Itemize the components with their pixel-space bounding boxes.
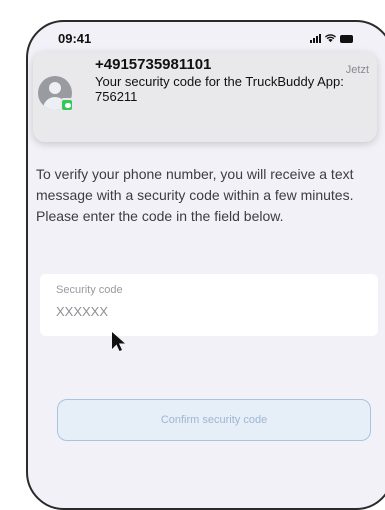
wifi-icon [325,34,336,43]
sms-notification[interactable]: +4915735981101 Jetzt Your security code … [33,52,377,142]
status-time: 09:41 [58,31,92,46]
status-bar: 09:41 [28,22,385,54]
security-code-input[interactable] [56,304,256,319]
mouse-cursor-icon [112,332,125,351]
status-icons [310,34,353,43]
security-code-label: Security code [56,284,123,296]
battery-icon [340,35,353,43]
phone-frame: 09:41 +4915735981101 Jetzt Your security… [26,20,385,510]
confirm-security-code-button[interactable]: Confirm security code [57,399,371,441]
cellular-signal-icon [310,34,321,43]
notification-sender: +4915735981101 [95,56,212,73]
messages-app-icon [60,98,74,112]
security-code-field[interactable]: Security code [40,274,378,336]
notification-message: Your security code for the TruckBuddy Ap… [95,74,344,104]
instructions-text: To verify your phone number, you will re… [36,166,354,224]
